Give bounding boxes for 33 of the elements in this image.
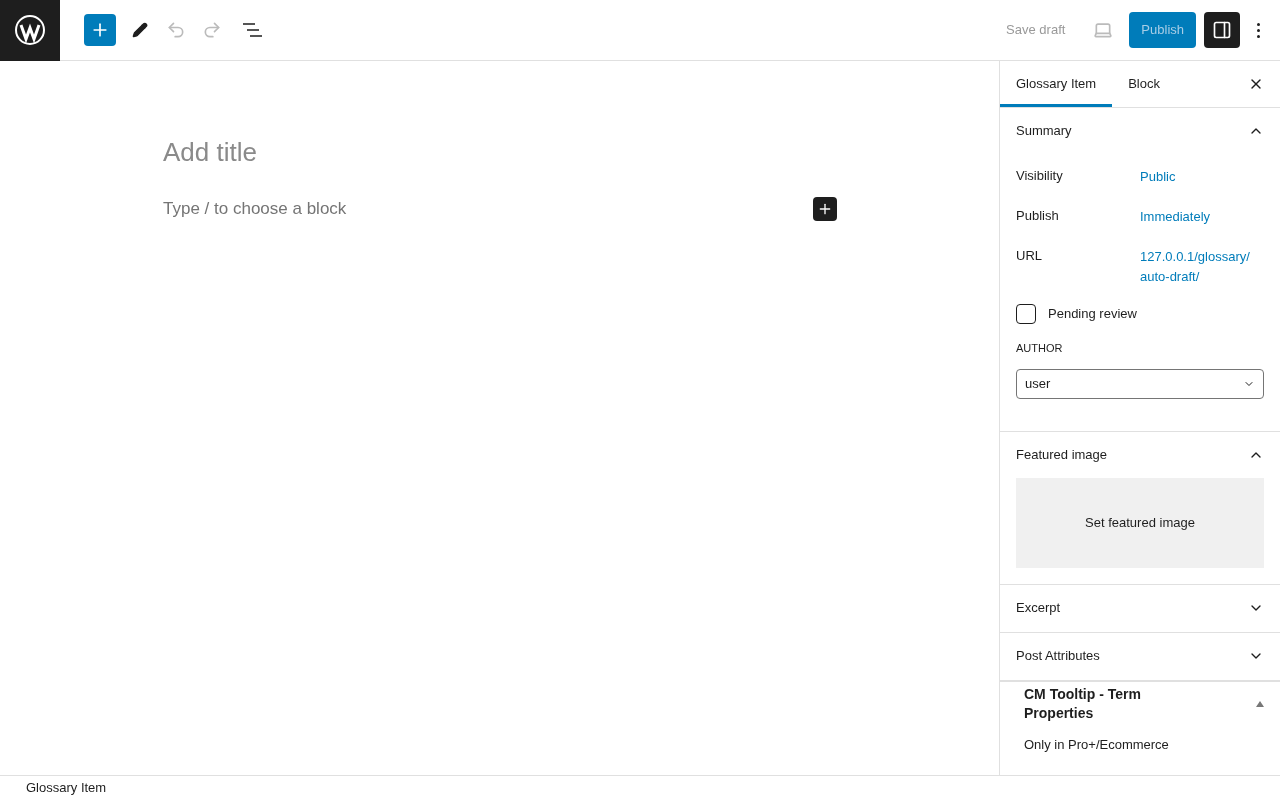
sidebar-tab[interactable]: Block [1112,61,1176,107]
featured-image-panel-header[interactable]: Featured image [1000,431,1280,478]
pencil-icon [132,22,148,38]
add-block-button[interactable] [813,196,837,221]
row-label: URL [1016,247,1043,265]
settings-button[interactable] [1204,12,1240,48]
panel-header[interactable]: Post Attributes [1000,632,1280,680]
undo-icon [166,20,186,40]
row-value-link[interactable]: Public [1140,160,1260,187]
row-label: Visibility [1016,167,1064,185]
list-view-icon [242,23,262,37]
author-select[interactable]: user [1016,368,1264,399]
w-logo-icon [15,15,45,45]
more-icon [1256,22,1260,38]
panel-note: Only in Pro+/Ecommerce [1024,735,1170,754]
wordpress-logo[interactable] [0,0,60,61]
summary-panel-header[interactable]: Summary [1000,108,1280,154]
pending-review-checkbox[interactable] [1016,304,1036,324]
sidebar-tab[interactable]: Glossary Item [1000,61,1113,107]
breadcrumb-link[interactable]: Glossary Item [26,778,107,798]
author-label: AUTHOR [1016,341,1064,356]
laptop-icon [1093,20,1114,40]
row-value-link[interactable]: Immediately [1140,200,1260,227]
triangle-icon [1256,700,1264,707]
redo-icon [202,20,222,40]
cm-tooltip-panel-header[interactable]: CM Tooltip - Term Properties [1024,684,1264,723]
set-featured-image-button[interactable]: Set featured image [1016,477,1264,568]
sidebar-icon [1212,20,1232,40]
checkbox-label: Pending review [1048,305,1137,324]
row-label: Publish [1016,207,1060,225]
panel-header[interactable]: Excerpt [1000,584,1280,632]
block-placeholder[interactable]: Type / to choose a block [163,196,347,222]
row-value-link[interactable]: 127.0.0.1/glossary/ auto-draft/ [1140,240,1260,286]
